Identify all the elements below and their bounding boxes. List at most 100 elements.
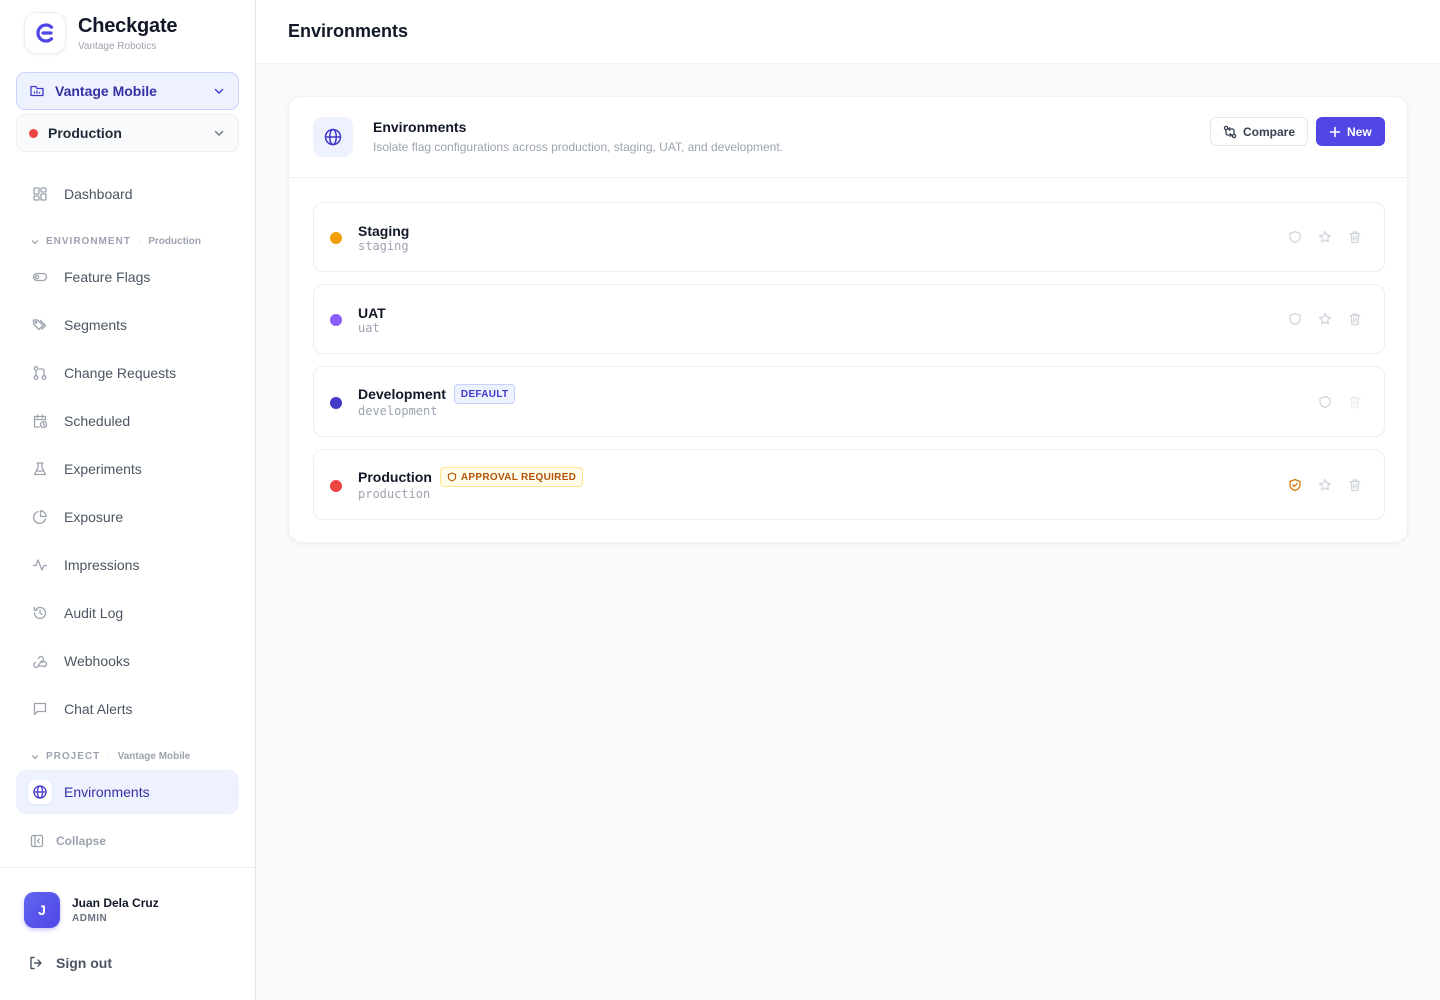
nav-item-impressions[interactable]: Impressions [16,543,239,587]
environment-row-uat[interactable]: UAT uat [313,284,1385,354]
activity-icon [32,557,48,573]
environment-section-header[interactable]: ENVIRONMENT · Production [30,236,201,247]
section-separator: · [137,236,142,247]
user-area: J Juan Dela Cruz ADMIN Sign out [0,867,255,1000]
project-selector[interactable]: Vantage Mobile [16,72,239,110]
environment-key: development [358,404,438,418]
environment-name: UAT [358,305,386,321]
sidebar: Checkgate Vantage Robotics Vantage Mobil… [0,0,256,1000]
delete-trash-icon[interactable] [1347,477,1363,493]
git-compare-icon [1223,125,1237,139]
nav-item-label: Feature Flags [64,269,151,285]
section-title: ENVIRONMENT [46,236,131,247]
nav-item-chat-alerts[interactable]: Chat Alerts [16,687,239,731]
tags-icon [32,317,48,333]
toggle-icon [32,269,48,285]
git-pull-request-icon [32,365,48,381]
nav-item-label: Segments [64,317,128,333]
section-context: Production [148,236,202,247]
user-role: ADMIN [72,913,108,924]
nav-item-label: Exposure [64,509,124,525]
brand[interactable]: Checkgate Vantage Robotics [24,12,178,54]
user-name: Juan Dela Cruz [72,896,159,910]
app-name: Checkgate [78,15,178,37]
environment-color-dot [330,314,342,326]
nav-item-label: Dashboard [64,186,133,202]
require-approval-shield-icon[interactable] [1287,311,1303,327]
delete-trash-icon-disabled [1347,394,1363,410]
sign-out-button[interactable]: Sign out [28,955,112,971]
environment-key: staging [358,239,409,253]
compare-button[interactable]: Compare [1210,117,1308,146]
nav-item-label: Chat Alerts [64,701,133,717]
plus-icon [1329,126,1341,138]
set-default-star-icon[interactable] [1317,229,1333,245]
dashboard-icon [32,186,48,202]
panel-left-close-icon [30,834,44,848]
set-default-star-icon[interactable] [1317,477,1333,493]
approval-required-label: APPROVAL REQUIRED [460,471,577,483]
require-approval-shield-icon[interactable] [1317,394,1333,410]
chevron-down-icon [212,126,226,140]
project-selector-label: Vantage Mobile [55,83,157,99]
environment-selector[interactable]: Production [16,114,239,152]
delete-trash-icon[interactable] [1347,229,1363,245]
card-title: Environments [373,119,467,135]
environment-row-production[interactable]: Production APPROVAL REQUIRED production [313,449,1385,520]
project-section-header[interactable]: PROJECT · Vantage Mobile [30,751,190,762]
nav-item-segments[interactable]: Segments [16,303,239,347]
environment-name: Development [358,386,446,402]
chevron-down-icon [30,237,40,247]
nav-item-exposure[interactable]: Exposure [16,495,239,539]
section-separator: · [107,751,111,762]
nav-item-label: Audit Log [64,605,124,621]
nav-item-audit-log[interactable]: Audit Log [16,591,239,635]
nav-item-change-requests[interactable]: Change Requests [16,351,239,395]
environments-card: Environments Isolate flag configurations… [288,96,1408,543]
top-bar: Environments [256,0,1440,64]
page-title: Environments [288,21,409,41]
environment-selector-label: Production [48,125,122,141]
message-square-icon [32,701,48,717]
nav-item-feature-flags[interactable]: Feature Flags [16,255,239,299]
environment-name: Staging [358,223,410,239]
environment-color-dot [29,128,38,138]
environment-color-dot [330,397,342,409]
nav-item-scheduled[interactable]: Scheduled [16,399,239,443]
new-environment-button[interactable]: New [1316,117,1385,146]
require-approval-shield-check-icon[interactable] [1287,477,1303,493]
environment-row-development[interactable]: Development DEFAULT development [313,366,1385,437]
nav-item-label: Change Requests [64,365,177,381]
approval-required-badge: APPROVAL REQUIRED [439,467,584,487]
org-name: Vantage Robotics [78,41,157,52]
new-label: New [1347,124,1372,139]
chevron-down-icon [212,84,226,98]
shield-icon [447,472,457,482]
globe-icon [28,780,52,804]
environment-name: Production [358,469,432,485]
folder-icon [29,83,45,99]
nav-item-webhooks[interactable]: Webhooks [16,639,239,683]
nav-item-environments[interactable]: Environments [16,770,239,814]
flask-icon [32,461,48,477]
calendar-clock-icon [32,413,48,429]
section-context: Vantage Mobile [117,751,191,762]
nav-item-dashboard[interactable]: Dashboard [16,172,239,216]
checkgate-logo-icon [24,12,66,54]
environment-row-staging[interactable]: Staging staging [313,202,1385,272]
avatar[interactable]: J [24,892,60,928]
nav-item-label: Environments [64,784,150,800]
set-default-star-icon[interactable] [1317,311,1333,327]
collapse-label: Collapse [56,834,107,848]
globe-icon [313,117,353,157]
default-badge: DEFAULT [453,384,516,404]
log-out-icon [28,955,44,971]
environment-color-dot [330,480,342,492]
collapse-sidebar-button[interactable]: Collapse [30,834,106,848]
nav-item-label: Scheduled [64,413,131,429]
delete-trash-icon[interactable] [1347,311,1363,327]
nav-item-label: Webhooks [64,653,130,669]
require-approval-shield-icon[interactable] [1287,229,1303,245]
nav-item-experiments[interactable]: Experiments [16,447,239,491]
history-icon [32,605,48,621]
